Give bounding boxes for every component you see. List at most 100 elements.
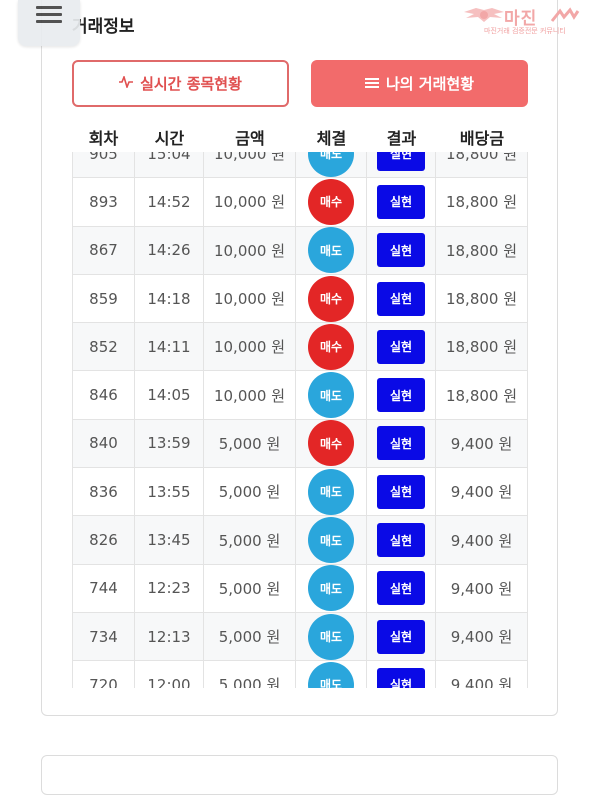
buy-badge: 매수 bbox=[308, 178, 354, 225]
payout-cell: 18,800 원 bbox=[436, 323, 528, 371]
table-row: 867 14:26 10,000 원 매도 실현 18,800 원 bbox=[72, 226, 528, 275]
sell-badge: 매도 bbox=[308, 517, 354, 564]
my-trades-button[interactable]: 나의 거래현황 bbox=[311, 60, 528, 107]
execution-cell: 매도 bbox=[296, 468, 367, 516]
result-badge[interactable]: 실현 bbox=[377, 667, 425, 688]
amount-cell: 10,000 원 bbox=[204, 152, 296, 178]
payout-cell: 9,400 원 bbox=[436, 516, 528, 564]
column-header-payout: 배당금 bbox=[459, 129, 505, 148]
result-cell: 실현 bbox=[367, 178, 436, 226]
result-cell: 실현 bbox=[367, 468, 436, 516]
next-card bbox=[41, 755, 558, 795]
time-cell: 14:52 bbox=[135, 178, 204, 226]
result-badge[interactable]: 실현 bbox=[377, 378, 425, 413]
amount-cell: 5,000 원 bbox=[204, 419, 296, 468]
amount-cell: 10,000 원 bbox=[204, 178, 296, 226]
payout-cell: 18,800 원 bbox=[436, 274, 528, 323]
column-header-amount: 금액 bbox=[235, 129, 265, 148]
sell-badge: 매도 bbox=[308, 613, 354, 660]
table-row: 826 13:45 5,000 원 매도 실현 9,400 원 bbox=[72, 516, 528, 565]
result-cell: 실현 bbox=[367, 612, 436, 661]
payout-cell: 9,400 원 bbox=[436, 661, 528, 688]
payout-cell: 9,400 원 bbox=[436, 468, 528, 516]
result-badge[interactable]: 실현 bbox=[377, 329, 425, 364]
sell-badge: 매도 bbox=[308, 227, 354, 274]
execution-cell: 매수 bbox=[296, 419, 367, 468]
execution-cell: 매수 bbox=[296, 178, 367, 226]
result-badge[interactable]: 실현 bbox=[377, 523, 425, 558]
column-header-execution: 체결 bbox=[316, 129, 347, 148]
wings-emblem-icon bbox=[464, 8, 504, 22]
sell-badge: 매도 bbox=[308, 565, 354, 612]
sell-badge: 매도 bbox=[308, 372, 354, 419]
result-badge[interactable]: 실현 bbox=[377, 571, 425, 606]
payout-cell: 9,400 원 bbox=[436, 612, 528, 661]
execution-cell: 매도 bbox=[296, 371, 367, 419]
payout-cell: 9,400 원 bbox=[436, 564, 528, 612]
result-cell: 실현 bbox=[367, 419, 436, 468]
round-cell: 734 bbox=[72, 612, 135, 661]
result-badge[interactable]: 실현 bbox=[377, 233, 425, 268]
result-badge[interactable]: 실현 bbox=[377, 184, 425, 219]
time-cell: 13:55 bbox=[135, 468, 204, 516]
trade-table-scroll[interactable]: 905 15:04 10,000 원 매도 실현 18,800 원 893 14:52 10,0… bbox=[72, 152, 528, 688]
time-cell: 14:11 bbox=[135, 323, 204, 371]
amount-cell: 5,000 원 bbox=[204, 516, 296, 564]
execution-cell: 매도 bbox=[296, 564, 367, 612]
result-cell: 실현 bbox=[367, 371, 436, 419]
buy-badge: 매수 bbox=[308, 275, 354, 322]
menu-button[interactable] bbox=[18, 0, 80, 46]
payout-cell: 18,800 원 bbox=[436, 371, 528, 419]
time-cell: 12:23 bbox=[135, 564, 204, 612]
round-cell: 859 bbox=[72, 274, 135, 323]
round-cell: 893 bbox=[72, 178, 135, 226]
result-badge[interactable]: 실현 bbox=[377, 426, 425, 461]
site-logo: 마진 마진거래 검증전문 커뮤니티 bbox=[462, 4, 592, 38]
list-icon bbox=[364, 76, 379, 92]
table-row: 852 14:11 10,000 원 매수 실현 18,800 원 bbox=[72, 323, 528, 372]
trade-table-body: 905 15:04 10,000 원 매도 실현 18,800 원 893 14:52 10,0… bbox=[72, 152, 528, 688]
round-cell: 846 bbox=[72, 371, 135, 419]
execution-cell: 매도 bbox=[296, 661, 367, 688]
table-header: 회차 시간 금액 체결 결과 배당금 bbox=[72, 123, 528, 151]
amount-cell: 5,000 원 bbox=[204, 612, 296, 661]
execution-cell: 매도 bbox=[296, 226, 367, 274]
section-title: 거래정보 bbox=[72, 17, 135, 37]
table-row: 846 14:05 10,000 원 매도 실현 18,800 원 bbox=[72, 371, 528, 420]
result-cell: 실현 bbox=[367, 661, 436, 688]
payout-cell: 18,800 원 bbox=[436, 178, 528, 226]
time-cell: 13:59 bbox=[135, 419, 204, 468]
time-cell: 14:18 bbox=[135, 274, 204, 323]
round-cell: 720 bbox=[72, 661, 135, 688]
table-row: 744 12:23 5,000 원 매도 실현 9,400 원 bbox=[72, 564, 528, 613]
payout-cell: 18,800 원 bbox=[436, 152, 528, 178]
amount-cell: 10,000 원 bbox=[204, 371, 296, 419]
table-row: 859 14:18 10,000 원 매수 실현 18,800 원 bbox=[72, 274, 528, 324]
table-row: 734 12:13 5,000 원 매도 실현 9,400 원 bbox=[72, 612, 528, 662]
result-badge[interactable]: 실현 bbox=[377, 281, 425, 316]
time-cell: 15:04 bbox=[135, 152, 204, 178]
round-cell: 867 bbox=[72, 226, 135, 274]
live-status-label: 실시간 종목현황 bbox=[140, 75, 242, 93]
result-badge[interactable]: 실현 bbox=[377, 474, 425, 509]
column-header-time: 시간 bbox=[154, 129, 185, 148]
result-cell: 실현 bbox=[367, 323, 436, 371]
round-cell: 836 bbox=[72, 468, 135, 516]
round-cell: 852 bbox=[72, 323, 135, 371]
result-badge[interactable]: 실현 bbox=[377, 152, 425, 171]
round-cell: 840 bbox=[72, 419, 135, 468]
execution-cell: 매도 bbox=[296, 612, 367, 661]
pulse-icon bbox=[119, 74, 134, 92]
result-cell: 실현 bbox=[367, 564, 436, 612]
column-header-round: 회차 bbox=[88, 129, 119, 148]
result-badge[interactable]: 실현 bbox=[377, 619, 425, 654]
result-cell: 실현 bbox=[367, 274, 436, 323]
result-cell: 실현 bbox=[367, 516, 436, 564]
payout-cell: 9,400 원 bbox=[436, 419, 528, 468]
table-row: 893 14:52 10,000 원 매수 실현 18,800 원 bbox=[72, 178, 528, 227]
payout-cell: 18,800 원 bbox=[436, 226, 528, 274]
time-cell: 12:00 bbox=[135, 661, 204, 688]
time-cell: 14:05 bbox=[135, 371, 204, 419]
live-status-button[interactable]: 실시간 종목현황 bbox=[72, 60, 289, 107]
amount-cell: 10,000 원 bbox=[204, 226, 296, 274]
